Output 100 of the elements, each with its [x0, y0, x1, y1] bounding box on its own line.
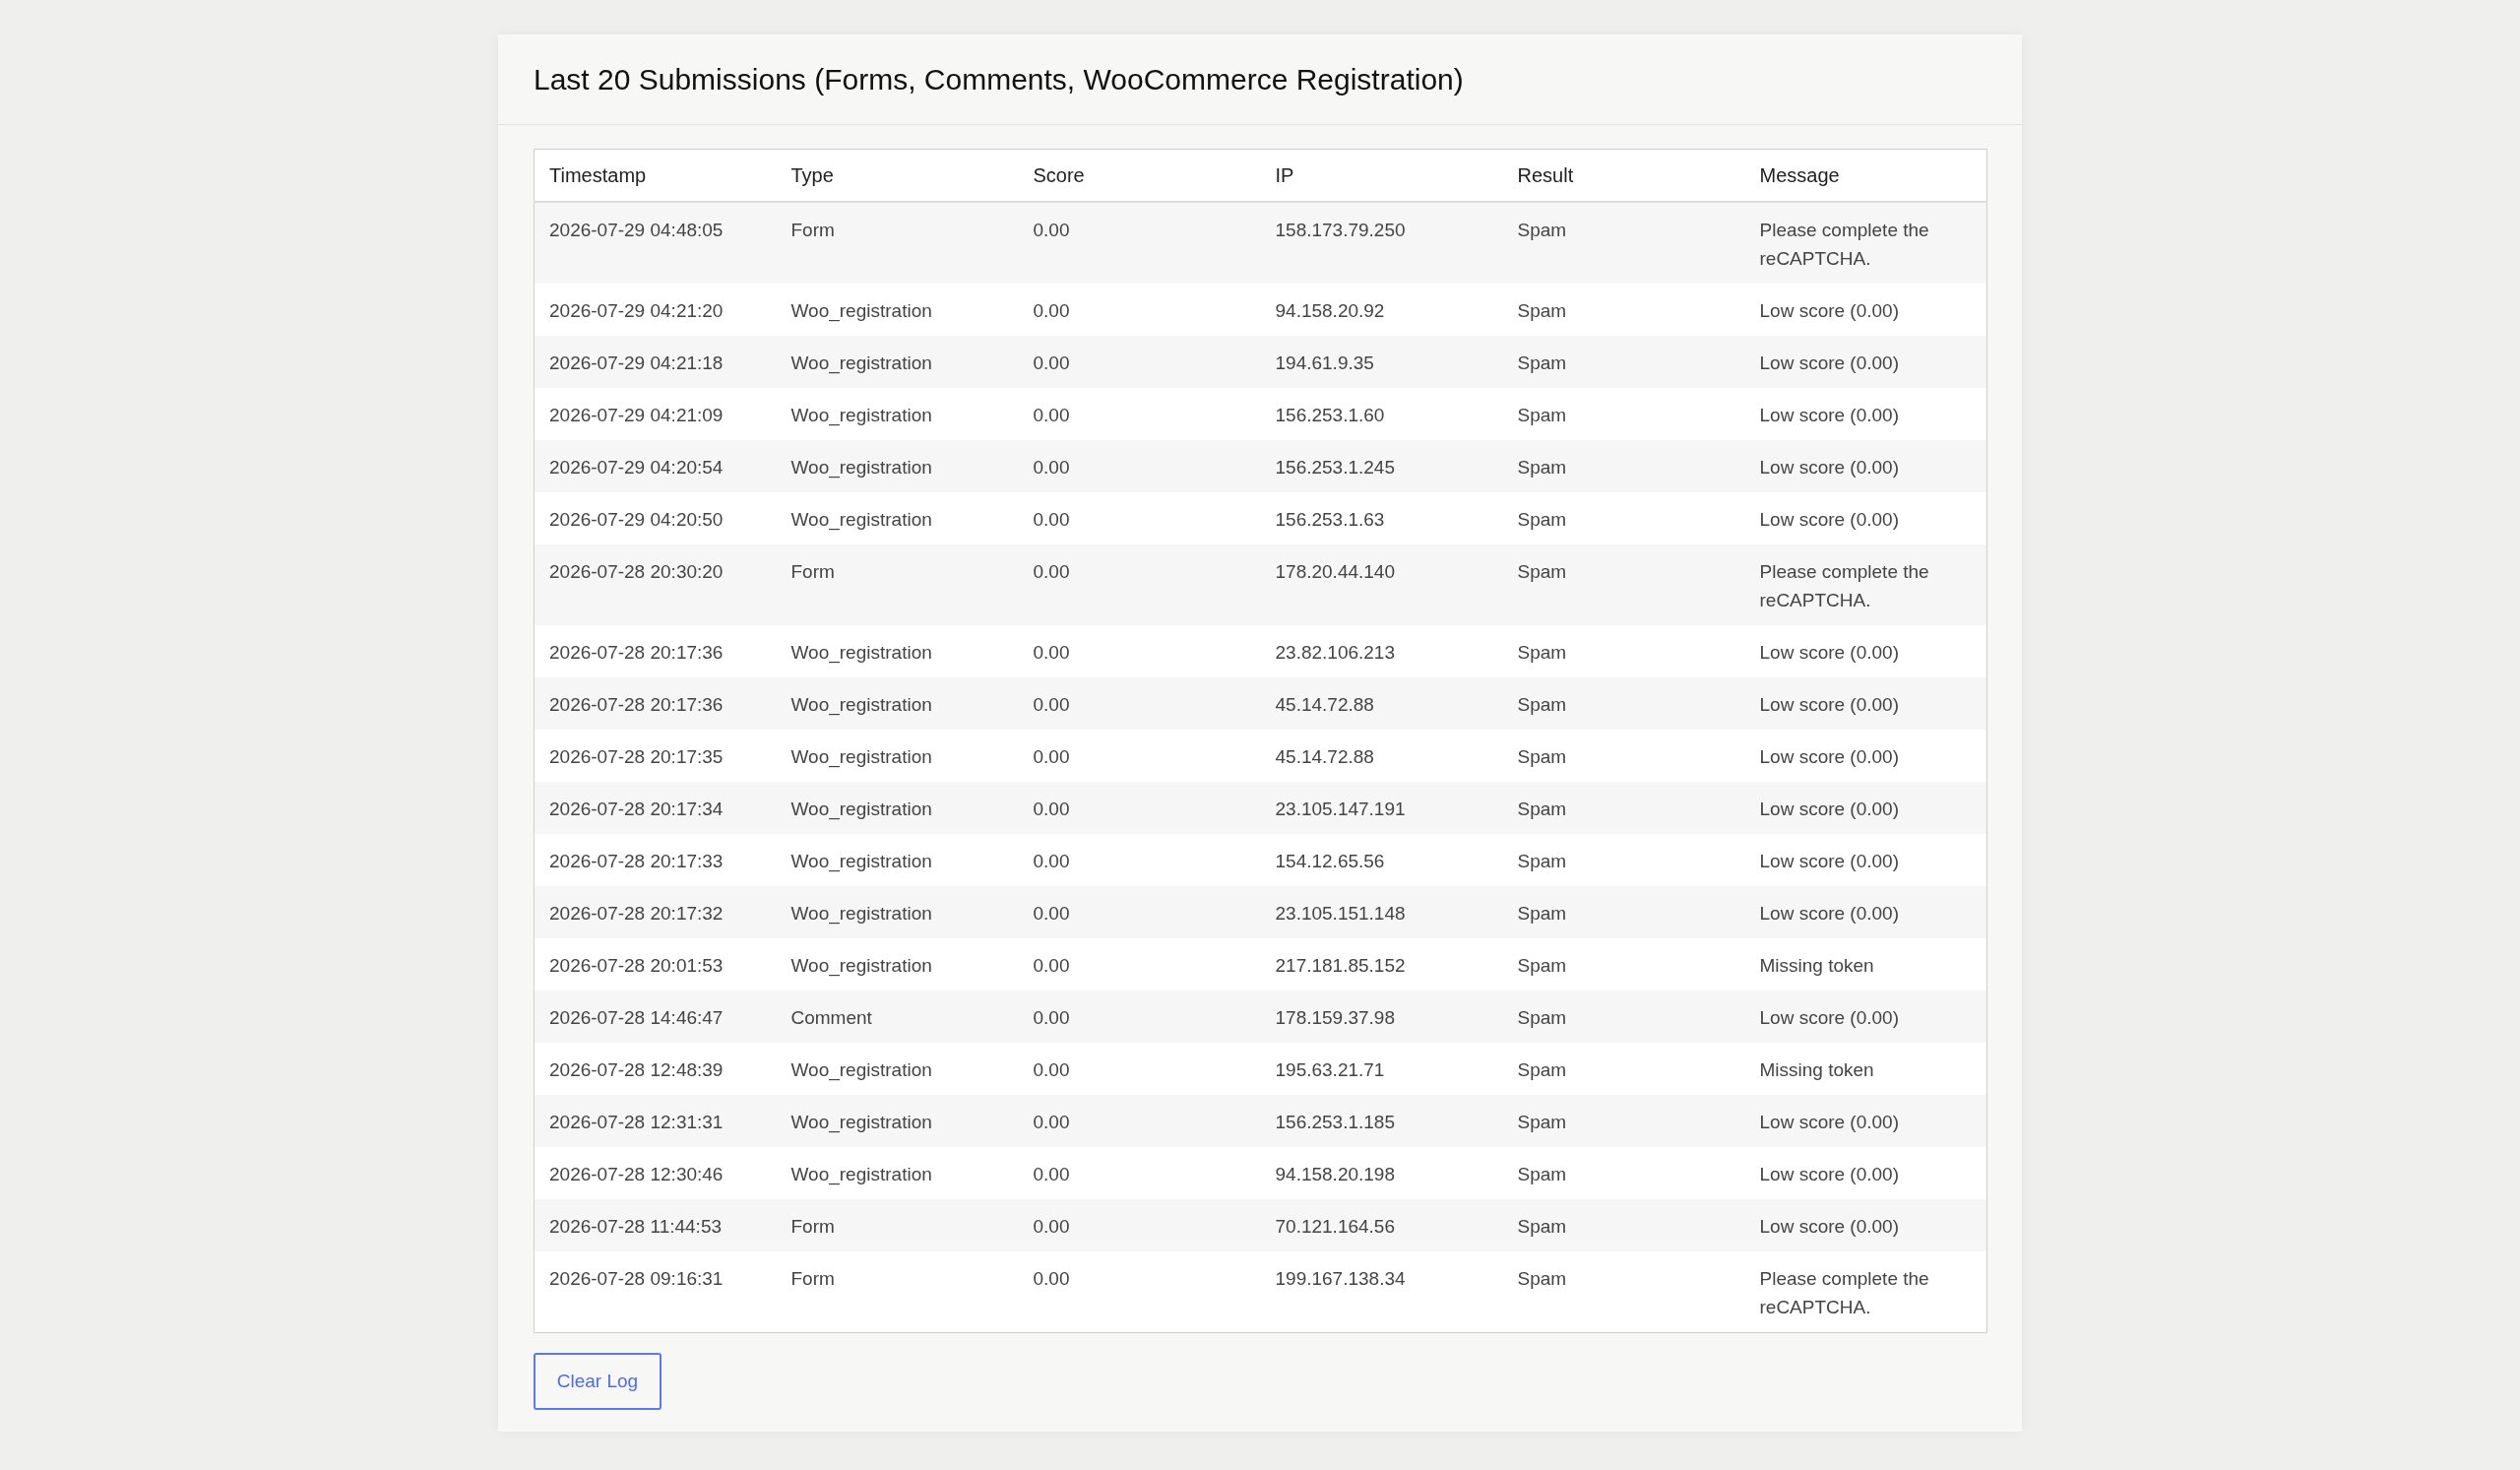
table-cell: Low score (0.00) [1744, 1147, 1987, 1199]
table-cell: 156.253.1.245 [1260, 440, 1503, 492]
table-cell: Woo_registration [776, 388, 1019, 440]
table-cell: 45.14.72.88 [1260, 730, 1503, 782]
table-cell: Spam [1502, 1043, 1745, 1095]
table-cell: 0.00 [1018, 440, 1261, 492]
table-cell: Woo_registration [776, 834, 1019, 886]
table-cell: 178.20.44.140 [1260, 544, 1503, 625]
table-cell: Woo_registration [776, 938, 1019, 991]
table-cell: 2026-07-28 12:30:46 [534, 1147, 777, 1199]
table-cell: Please complete the reCAPTCHA. [1744, 1251, 1987, 1333]
table-cell: 0.00 [1018, 938, 1261, 991]
table-cell: 2026-07-28 14:46:47 [534, 991, 777, 1043]
table-cell: Missing token [1744, 1043, 1987, 1095]
table-cell: 0.00 [1018, 834, 1261, 886]
table-cell: 23.105.147.191 [1260, 782, 1503, 834]
table-cell: 0.00 [1018, 1147, 1261, 1199]
table-cell: Woo_registration [776, 625, 1019, 677]
table-cell: 154.12.65.56 [1260, 834, 1503, 886]
table-cell: 0.00 [1018, 202, 1261, 284]
table-cell: 2026-07-28 20:01:53 [534, 938, 777, 991]
table-cell: Form [776, 1251, 1019, 1333]
table-cell: 2026-07-28 20:17:36 [534, 677, 777, 730]
table-cell: Comment [776, 991, 1019, 1043]
table-cell: Spam [1502, 834, 1745, 886]
column-header: Timestamp [534, 149, 777, 202]
table-cell: 2026-07-28 20:17:35 [534, 730, 777, 782]
table-cell: 0.00 [1018, 625, 1261, 677]
table-cell: 94.158.20.92 [1260, 284, 1503, 336]
table-cell: Low score (0.00) [1744, 991, 1987, 1043]
table-cell: 0.00 [1018, 336, 1261, 388]
table-cell: 0.00 [1018, 1251, 1261, 1333]
table-cell: Woo_registration [776, 782, 1019, 834]
table-cell: 23.82.106.213 [1260, 625, 1503, 677]
table-cell: 2026-07-28 09:16:31 [534, 1251, 777, 1333]
table-cell: 23.105.151.148 [1260, 886, 1503, 938]
table-cell: Spam [1502, 938, 1745, 991]
table-cell: Spam [1502, 886, 1745, 938]
table-cell: 45.14.72.88 [1260, 677, 1503, 730]
table-cell: 0.00 [1018, 1043, 1261, 1095]
table-cell: Woo_registration [776, 1043, 1019, 1095]
table-cell: 0.00 [1018, 886, 1261, 938]
column-header: Message [1744, 149, 1987, 202]
table-cell: Spam [1502, 782, 1745, 834]
table-cell: Spam [1502, 1251, 1745, 1333]
table-cell: 2026-07-29 04:21:09 [534, 388, 777, 440]
table-cell: 2026-07-28 20:17:34 [534, 782, 777, 834]
table-cell: Form [776, 202, 1019, 284]
table-cell: Low score (0.00) [1744, 834, 1987, 886]
table-cell: 94.158.20.198 [1260, 1147, 1503, 1199]
table-cell: 178.159.37.98 [1260, 991, 1503, 1043]
table-cell: 158.173.79.250 [1260, 202, 1503, 284]
table-cell: Low score (0.00) [1744, 1095, 1987, 1147]
table-cell: Woo_registration [776, 440, 1019, 492]
table-cell: 156.253.1.63 [1260, 492, 1503, 544]
table-cell: Spam [1502, 625, 1745, 677]
table-cell: Spam [1502, 440, 1745, 492]
table-cell: Woo_registration [776, 886, 1019, 938]
table-cell: Spam [1502, 1147, 1745, 1199]
column-header: IP [1260, 149, 1503, 202]
table-cell: Low score (0.00) [1744, 730, 1987, 782]
table-cell: 0.00 [1018, 782, 1261, 834]
table-cell: 156.253.1.60 [1260, 388, 1503, 440]
table-cell: Spam [1502, 544, 1745, 625]
clear-log-button[interactable]: Clear Log [534, 1353, 662, 1410]
table-cell: Please complete the reCAPTCHA. [1744, 202, 1987, 284]
table-cell: Spam [1502, 991, 1745, 1043]
table-cell: 2026-07-28 20:17:36 [534, 625, 777, 677]
table-cell: Spam [1502, 336, 1745, 388]
table-cell: 2026-07-29 04:21:18 [534, 336, 777, 388]
table-cell: 194.61.9.35 [1260, 336, 1503, 388]
table-cell: 2026-07-28 20:17:32 [534, 886, 777, 938]
table-cell: Spam [1502, 284, 1745, 336]
table-cell: 199.167.138.34 [1260, 1251, 1503, 1333]
table-cell: Form [776, 1199, 1019, 1251]
table-cell: Low score (0.00) [1744, 492, 1987, 544]
table-cell: 0.00 [1018, 388, 1261, 440]
table-cell: Woo_registration [776, 730, 1019, 782]
column-header: Score [1018, 149, 1261, 202]
table-cell: Low score (0.00) [1744, 886, 1987, 938]
column-header: Result [1502, 149, 1745, 202]
table-cell: 70.121.164.56 [1260, 1199, 1503, 1251]
table-cell: 0.00 [1018, 544, 1261, 625]
table-cell: Low score (0.00) [1744, 1199, 1987, 1251]
table-cell: 2026-07-29 04:48:05 [534, 202, 777, 284]
table-cell: 2026-07-28 12:48:39 [534, 1043, 777, 1095]
table-cell: Woo_registration [776, 677, 1019, 730]
table-cell: 0.00 [1018, 492, 1261, 544]
table-cell: 0.00 [1018, 284, 1261, 336]
table-cell: 0.00 [1018, 991, 1261, 1043]
table-cell: Spam [1502, 1095, 1745, 1147]
table-cell: Woo_registration [776, 1147, 1019, 1199]
table-cell: Please complete the reCAPTCHA. [1744, 544, 1987, 625]
table-cell: Low score (0.00) [1744, 677, 1987, 730]
table-cell: 0.00 [1018, 1199, 1261, 1251]
table-cell: 0.00 [1018, 1095, 1261, 1147]
table-cell: 2026-07-28 11:44:53 [534, 1199, 777, 1251]
table-cell: 0.00 [1018, 677, 1261, 730]
table-cell: 195.63.21.71 [1260, 1043, 1503, 1095]
table-cell: Spam [1502, 677, 1745, 730]
